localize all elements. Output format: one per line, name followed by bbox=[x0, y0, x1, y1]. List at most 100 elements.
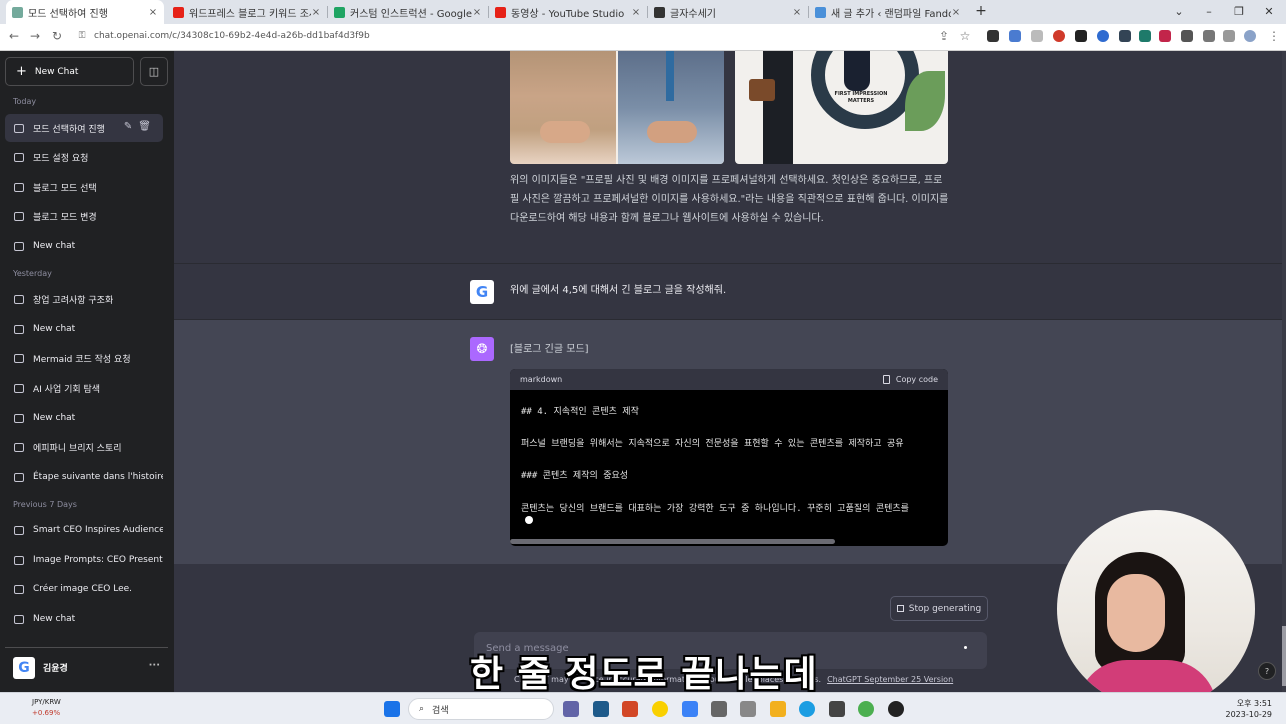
extension-icon[interactable] bbox=[1139, 30, 1151, 42]
close-tab-icon[interactable]: × bbox=[792, 7, 802, 18]
generated-image-first-impression[interactable]: FIRST IMPRESSION MATTERS bbox=[735, 51, 948, 164]
chat-bubble-icon bbox=[14, 472, 24, 482]
stop-generating-button[interactable]: Stop generating bbox=[890, 596, 988, 621]
extension-icon[interactable] bbox=[1097, 30, 1109, 42]
close-tab-icon[interactable]: × bbox=[631, 7, 641, 18]
scrollbar-thumb[interactable] bbox=[1282, 626, 1286, 686]
search-icon: ⌕ bbox=[419, 704, 425, 714]
edit-delete-icons[interactable]: ✎🗑 bbox=[124, 121, 157, 132]
app-icon[interactable] bbox=[682, 701, 698, 717]
conversation-item[interactable]: 창업 고려사항 구조화 bbox=[5, 285, 163, 313]
close-tab-icon[interactable]: × bbox=[311, 7, 321, 18]
browser-tab[interactable]: 동영상 - YouTube Studio × bbox=[489, 0, 647, 24]
chat-bubble-icon bbox=[14, 383, 24, 393]
stock-widget[interactable]: JPY/KRW +0.69% bbox=[12, 697, 61, 719]
new-chat-button[interactable]: + New Chat bbox=[5, 57, 134, 86]
chatgpt-logo-icon: ❂ bbox=[470, 337, 494, 361]
chat-sidebar: + New Chat ◫ Today 모드 선택하여 진행 ✎🗑 모드 설정 요청 … bbox=[0, 51, 174, 692]
puzzle-extensions-icon[interactable] bbox=[1181, 30, 1193, 42]
conversation-item[interactable]: 블로그 모드 변경 bbox=[5, 202, 163, 230]
conversation-item[interactable]: Étape suivante dans l'histoire bbox=[5, 463, 163, 491]
bookmark-star-icon[interactable]: ☆ bbox=[957, 29, 973, 43]
notepad-icon[interactable] bbox=[829, 701, 845, 717]
taskbar-search[interactable]: ⌕ 검색 bbox=[408, 698, 554, 720]
windows-start-icon[interactable] bbox=[384, 701, 400, 717]
site-info-icon[interactable]: ⚿ bbox=[74, 31, 90, 41]
version-link[interactable]: ChatGPT September 25 Version bbox=[827, 675, 953, 684]
forward-arrow-icon[interactable]: → bbox=[27, 29, 43, 43]
edge-browser-icon[interactable] bbox=[799, 701, 815, 717]
video-subtitle: 한 줄 정도로 끝나는데 bbox=[470, 654, 818, 695]
extension-icon[interactable] bbox=[1119, 30, 1131, 42]
close-window-icon[interactable]: ✕ bbox=[1254, 0, 1284, 22]
chat-bubble-icon bbox=[14, 211, 24, 221]
user-message-row bbox=[174, 263, 1282, 320]
url-field[interactable]: chat.openai.com/c/34308c10-69b2-4e4d-a26… bbox=[94, 31, 370, 41]
browser-tab[interactable]: 새 글 추가 ‹ 랜덤파일 Fandom × bbox=[809, 0, 967, 24]
browser-tab-active[interactable]: 모드 선택하여 진행 × bbox=[6, 0, 164, 24]
extension-icon[interactable] bbox=[1159, 30, 1171, 42]
share-icon[interactable]: ⇪ bbox=[936, 29, 952, 43]
reading-list-icon[interactable] bbox=[1203, 30, 1215, 42]
browser-tab[interactable]: 글자수세기 × bbox=[648, 0, 808, 24]
conversation-item[interactable]: Image Prompts: CEO Present bbox=[5, 546, 163, 574]
section-label-today: Today bbox=[13, 97, 37, 106]
conversation-item[interactable]: New chat bbox=[5, 605, 163, 633]
section-label-yesterday: Yesterday bbox=[13, 269, 52, 278]
browser-menu-icon[interactable]: ⋮ bbox=[1266, 29, 1282, 43]
conversation-item[interactable]: New chat bbox=[5, 404, 163, 432]
app-icon[interactable] bbox=[888, 701, 904, 717]
help-button[interactable]: ? bbox=[1258, 662, 1276, 680]
conversation-item[interactable]: 에피파니 브리지 스토리 bbox=[5, 433, 163, 461]
conversation-item-active[interactable]: 모드 선택하여 진행 ✎🗑 bbox=[5, 114, 163, 142]
chat-bubble-icon bbox=[14, 353, 24, 363]
side-panel-icon[interactable] bbox=[1223, 30, 1235, 42]
extension-icon[interactable] bbox=[1053, 30, 1065, 42]
page-scrollbar[interactable] bbox=[1282, 51, 1286, 692]
app-icon[interactable] bbox=[593, 701, 609, 717]
copy-code-button[interactable]: Copy code bbox=[882, 375, 938, 384]
minimize-icon[interactable]: – bbox=[1194, 0, 1224, 22]
user-name: 김윤경 bbox=[43, 664, 68, 674]
powerpoint-icon[interactable] bbox=[622, 701, 638, 717]
kakaotalk-icon[interactable] bbox=[652, 701, 668, 717]
settings-gear-icon[interactable] bbox=[711, 701, 727, 717]
translate-extension-icon[interactable] bbox=[1009, 30, 1021, 42]
conversation-item[interactable]: New chat bbox=[5, 315, 163, 343]
reload-icon[interactable]: ↻ bbox=[49, 29, 65, 43]
conversation-item[interactable]: Créer image CEO Lee. bbox=[5, 575, 163, 603]
generated-image-professional-portraits[interactable] bbox=[510, 51, 724, 164]
conversation-item[interactable]: Mermaid 코드 작성 요청 bbox=[5, 344, 163, 372]
system-clock[interactable]: 오후 3:51 2023-10-29 bbox=[1226, 698, 1273, 720]
fandom-favicon-icon bbox=[815, 6, 826, 18]
image-caption: FIRST IMPRESSION MATTERS bbox=[834, 91, 888, 104]
chat-bubble-icon bbox=[14, 525, 24, 535]
file-explorer-icon[interactable] bbox=[770, 701, 786, 717]
profile-avatar-icon[interactable] bbox=[1244, 30, 1256, 42]
browser-tab[interactable]: 커스텀 인스트럭션 - Google Sh × bbox=[328, 0, 488, 24]
more-options-icon[interactable]: ··· bbox=[149, 660, 160, 671]
sidebar-toggle-icon[interactable]: ◫ bbox=[140, 57, 168, 86]
calculator-icon[interactable] bbox=[740, 701, 756, 717]
conversation-item[interactable]: 모드 설정 요청 bbox=[5, 143, 163, 171]
browser-tab-bar: 모드 선택하여 진행 × 워드프레스 블로그 키워드 조사 × 커스텀 인스트럭… bbox=[0, 0, 1286, 24]
conversation-item[interactable]: AI 사업 기회 탐색 bbox=[5, 374, 163, 402]
chat-app-icon[interactable] bbox=[563, 701, 579, 717]
close-tab-icon[interactable]: × bbox=[472, 7, 482, 18]
back-arrow-icon[interactable]: ← bbox=[6, 29, 22, 43]
maximize-icon[interactable]: ❐ bbox=[1224, 0, 1254, 22]
new-tab-button[interactable]: + bbox=[966, 0, 996, 22]
user-menu[interactable]: G 김윤경 ··· bbox=[5, 647, 168, 687]
extension-icon[interactable] bbox=[1075, 30, 1087, 42]
browser-tab[interactable]: 워드프레스 블로그 키워드 조사 × bbox=[167, 0, 327, 24]
conversation-item[interactable]: New chat bbox=[5, 232, 163, 260]
chrome-browser-icon[interactable] bbox=[858, 701, 874, 717]
code-horizontal-scrollbar[interactable] bbox=[510, 539, 835, 544]
conversation-item[interactable]: 블로그 모드 선택 bbox=[5, 173, 163, 201]
conversation-item[interactable]: Smart CEO Inspires Audience bbox=[5, 516, 163, 544]
speaker-extension-icon[interactable] bbox=[987, 30, 999, 42]
close-tab-icon[interactable]: × bbox=[951, 7, 961, 18]
extension-icon[interactable] bbox=[1031, 30, 1043, 42]
tab-search-chevron-icon[interactable]: ⌄ bbox=[1164, 0, 1194, 22]
close-tab-icon[interactable]: × bbox=[148, 7, 158, 18]
